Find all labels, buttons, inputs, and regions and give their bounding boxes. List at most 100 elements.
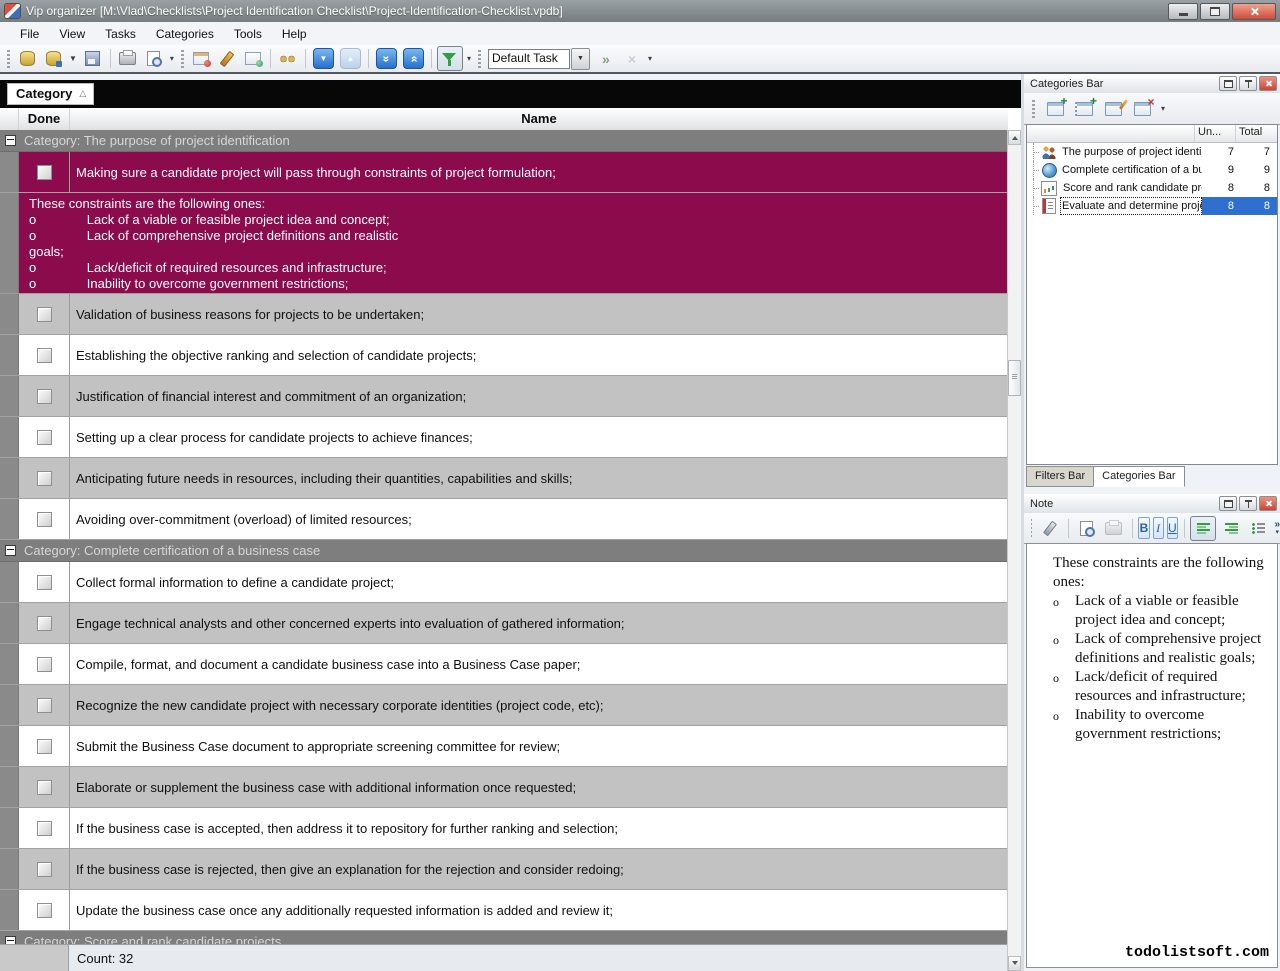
task-row[interactable]: If the business case is rejected, then g…	[0, 849, 1008, 890]
underline-button[interactable]: U	[1166, 517, 1178, 539]
filter-button[interactable]	[436, 46, 463, 71]
note-content[interactable]: These constraints are the following ones…	[1026, 543, 1278, 968]
move-to-bottom-button[interactable]: »	[375, 48, 397, 69]
tab-filters-bar[interactable]: Filters Bar	[1026, 466, 1095, 487]
category-item[interactable]: The purpose of project identi 7 7	[1027, 143, 1277, 161]
task-checkbox[interactable]	[36, 388, 52, 404]
bold-button[interactable]: B	[1138, 517, 1150, 539]
task-checkbox[interactable]	[36, 656, 52, 672]
menu-item[interactable]: View	[49, 24, 95, 44]
toolbar-grip[interactable]	[477, 49, 481, 68]
edit-note-button[interactable]	[1038, 517, 1062, 540]
task-filter-value[interactable]: Default Task	[487, 48, 570, 69]
task-row[interactable]: Setting up a clear process for candidate…	[0, 417, 1008, 458]
toolbar-grip[interactable]	[180, 49, 184, 68]
align-left-button[interactable]	[1190, 515, 1217, 541]
filter-dropdown[interactable]: ▾	[465, 54, 473, 63]
task-checkbox[interactable]	[36, 164, 52, 180]
task-checkbox[interactable]	[36, 429, 52, 445]
categories-panel-titlebar[interactable]: Categories Bar	[1024, 74, 1280, 94]
category-group-row[interactable]: Category: The purpose of project identif…	[0, 130, 1008, 152]
task-row[interactable]: If the business case is accepted, then a…	[0, 808, 1008, 849]
task-name-cell[interactable]: Making sure a candidate project will pas…	[70, 152, 1008, 192]
toolbar-grip[interactable]	[1031, 519, 1033, 537]
close-button[interactable]	[1232, 2, 1276, 20]
align-right-button[interactable]	[1219, 517, 1243, 540]
task-name-cell[interactable]: Validation of business reasons for proje…	[70, 294, 1008, 334]
task-checkbox[interactable]	[36, 306, 52, 322]
restore-button[interactable]	[1200, 2, 1230, 20]
task-checkbox[interactable]	[36, 820, 52, 836]
scroll-down-button[interactable]	[1008, 956, 1021, 971]
tab-categories-bar[interactable]: Categories Bar	[1093, 466, 1185, 487]
delete-category-button[interactable]	[1130, 95, 1155, 120]
task-row[interactable]: Compile, format, and document a candidat…	[0, 644, 1008, 685]
undone-column-header[interactable]: Un...	[1195, 125, 1236, 142]
task-row[interactable]: Engage technical analysts and other conc…	[0, 603, 1008, 644]
minimize-button[interactable]	[1168, 2, 1198, 20]
preview-note-button[interactable]	[1075, 517, 1099, 540]
toolbar-grip[interactable]	[1032, 99, 1035, 118]
collapse-icon[interactable]	[5, 545, 16, 556]
panel-pin-button[interactable]	[1239, 76, 1257, 91]
name-column-header[interactable]: Name	[70, 108, 1008, 130]
task-name-cell[interactable]: Recognize the new candidate project with…	[70, 685, 1008, 725]
task-row[interactable]: Avoiding over-commitment (overload) of l…	[0, 499, 1008, 540]
panel-close-button[interactable]	[1259, 496, 1277, 511]
category-label-wrap[interactable]: Evaluate and determine proje	[1060, 197, 1202, 215]
panel-restore-button[interactable]	[1219, 496, 1237, 511]
panel-pin-button[interactable]	[1239, 496, 1257, 511]
open-database-button[interactable]	[41, 47, 65, 70]
category-item[interactable]: Evaluate and determine proje 8 8	[1027, 197, 1277, 215]
move-up-button[interactable]: ▲	[339, 48, 361, 69]
task-name-cell[interactable]: If the business case is rejected, then g…	[70, 849, 1008, 889]
edit-task-button[interactable]	[215, 47, 239, 70]
print-button[interactable]	[116, 47, 140, 70]
note-panel-titlebar[interactable]: Note	[1024, 494, 1280, 514]
task-name-cell[interactable]: If the business case is accepted, then a…	[70, 808, 1008, 848]
task-name-cell[interactable]: Submit the Business Case document to app…	[70, 726, 1008, 766]
toolbar-overflow-dropdown[interactable]: ▾	[646, 54, 654, 63]
task-row[interactable]: Recognize the new candidate project with…	[0, 685, 1008, 726]
task-checkbox[interactable]	[36, 574, 52, 590]
category-label-wrap[interactable]: Complete certification of a bu	[1060, 161, 1202, 179]
task-row[interactable]: Anticipating future needs in resources, …	[0, 458, 1008, 499]
open-database-dropdown[interactable]: ▼	[67, 54, 79, 63]
print-preview-dropdown[interactable]: ▾	[168, 54, 176, 63]
note-toolbar-overflow[interactable]: » ▾	[1274, 520, 1280, 537]
move-to-top-button[interactable]: »	[402, 48, 424, 69]
task-checkbox[interactable]	[36, 861, 52, 877]
task-checkbox[interactable]	[36, 779, 52, 795]
task-row[interactable]: Establishing the objective ranking and s…	[0, 335, 1008, 376]
task-name-cell[interactable]: Compile, format, and document a candidat…	[70, 644, 1008, 684]
task-checkbox[interactable]	[36, 902, 52, 918]
menu-item[interactable]: File	[10, 24, 49, 44]
task-checkbox[interactable]	[36, 697, 52, 713]
panel-close-button[interactable]	[1259, 76, 1277, 91]
task-row[interactable]: Making sure a candidate project will pas…	[0, 152, 1008, 193]
task-checkbox[interactable]	[36, 615, 52, 631]
category-item[interactable]: Score and rank candidate pro 8 8	[1027, 179, 1277, 197]
task-checkbox[interactable]	[36, 347, 52, 363]
task-row[interactable]: Collect formal information to define a c…	[0, 562, 1008, 603]
window-titlebar[interactable]: Vip organizer [M:\Vlad\Checklists\Projec…	[0, 0, 1280, 23]
categories-toolbar-dropdown[interactable]: ▾	[1159, 104, 1167, 113]
new-task-button[interactable]	[189, 47, 213, 70]
bullet-list-button[interactable]	[1246, 517, 1270, 540]
print-note-button[interactable]	[1102, 517, 1126, 540]
vertical-scrollbar[interactable]	[1007, 130, 1021, 971]
task-name-cell[interactable]: Avoiding over-commitment (overload) of l…	[70, 499, 1008, 539]
done-column-header[interactable]: Done	[19, 108, 70, 130]
task-row[interactable]: Elaborate or supplement the business cas…	[0, 767, 1008, 808]
panel-restore-button[interactable]	[1219, 76, 1237, 91]
task-name-cell[interactable]: Anticipating future needs in resources, …	[70, 458, 1008, 498]
clear-filter-button[interactable]	[620, 47, 644, 70]
new-subcategory-button[interactable]	[1072, 94, 1097, 120]
task-checkbox[interactable]	[36, 511, 52, 527]
group-by-category-button[interactable]: Category △	[7, 83, 95, 105]
total-column-header[interactable]: Total	[1236, 125, 1277, 142]
edit-category-button[interactable]	[1101, 97, 1125, 120]
task-checkbox[interactable]	[36, 738, 52, 754]
task-row[interactable]: Submit the Business Case document to app…	[0, 726, 1008, 767]
category-item[interactable]: Complete certification of a bu 9 9	[1027, 161, 1277, 179]
